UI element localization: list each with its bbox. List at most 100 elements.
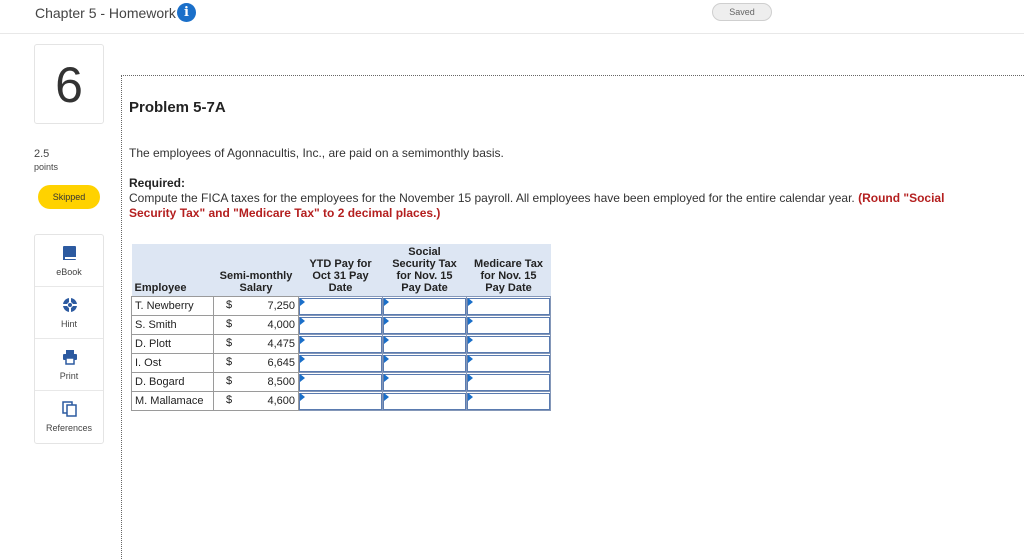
col-social-security: Social Security Tax for Nov. 15 Pay Date [382,244,467,297]
medicare-input[interactable] [467,373,550,391]
cell-marker-icon [384,355,389,363]
lifebuoy-icon [62,297,78,313]
social-security-input-cell [382,315,467,335]
cell-marker-icon [300,336,305,344]
salary-cell: $4,475 [213,334,299,354]
table-header-row: Employee Semi-monthly Salary YTD Pay for… [131,244,551,297]
top-bar: Chapter 5 - Homework i Saved [0,0,1024,34]
cell-marker-icon [384,298,389,306]
table-row: D. Plott $4,475 [131,334,551,354]
ytd-input[interactable] [299,316,382,334]
medicare-input-cell [466,353,551,373]
currency-symbol: $ [226,375,233,387]
medicare-input[interactable] [467,297,550,315]
question-border-top [121,75,1024,76]
social-security-input[interactable] [383,297,466,315]
salary-value: 8,500 [267,376,295,388]
currency-symbol: $ [226,299,233,311]
ytd-input[interactable] [299,373,382,391]
salary-cell: $6,645 [213,353,299,373]
ytd-input-cell [298,391,383,411]
medicare-input-cell [466,391,551,411]
question-border [121,75,122,559]
employee-name: D. Plott [131,334,214,354]
info-icon[interactable]: i [177,3,196,22]
ytd-input[interactable] [299,297,382,315]
employee-name: I. Ost [131,353,214,373]
table-row: T. Newberry $7,250 [131,296,551,316]
cell-marker-icon [468,317,473,325]
cell-marker-icon [468,336,473,344]
col-medicare: Medicare Tax for Nov. 15 Pay Date [466,244,551,297]
cell-marker-icon [468,393,473,401]
currency-symbol: $ [226,337,233,349]
medicare-input[interactable] [467,392,550,410]
employee-name: D. Bogard [131,372,214,392]
cell-marker-icon [468,298,473,306]
social-security-input[interactable] [383,373,466,391]
problem-title: Problem 5-7A [129,99,226,116]
salary-cell: $8,500 [213,372,299,392]
table-row: D. Bogard $8,500 [131,372,551,392]
social-security-input-cell [382,296,467,316]
table-row: I. Ost $6,645 [131,353,551,373]
ytd-input[interactable] [299,335,382,353]
ytd-input-cell [298,353,383,373]
cell-marker-icon [384,393,389,401]
medicare-input[interactable] [467,335,550,353]
skipped-badge: Skipped [38,185,100,209]
social-security-input[interactable] [383,316,466,334]
salary-value: 7,250 [267,300,295,312]
salary-value: 4,600 [267,395,295,407]
required-instructions: Compute the FICA taxes for the employees… [129,191,855,205]
tool-hint[interactable]: Hint [35,287,103,339]
social-security-input-cell [382,353,467,373]
medicare-input-cell [466,372,551,392]
social-security-input-cell [382,372,467,392]
col-ytd: YTD Pay for Oct 31 Pay Date [298,244,383,297]
salary-value: 4,000 [267,319,295,331]
currency-symbol: $ [226,318,233,330]
medicare-input[interactable] [467,316,550,334]
points-label: points [34,162,59,172]
ytd-input-cell [298,372,383,392]
tool-references[interactable]: References [35,391,103,443]
printer-icon [63,350,77,365]
tools-panel: eBook Hint Print References [34,234,104,444]
required-text: Compute the FICA taxes for the employees… [129,191,969,221]
tool-print[interactable]: Print [35,339,103,391]
cell-marker-icon [384,336,389,344]
social-security-input-cell [382,334,467,354]
points-value: 2.5 [34,148,50,160]
social-security-input-cell [382,391,467,411]
social-security-input[interactable] [383,392,466,410]
references-icon [62,401,77,417]
tool-label: Hint [60,319,77,329]
ytd-input[interactable] [299,354,382,372]
tool-label: eBook [56,267,82,277]
payroll-table: Employee Semi-monthly Salary YTD Pay for… [131,244,551,411]
employee-name: T. Newberry [131,296,214,316]
medicare-input-cell [466,315,551,335]
cell-marker-icon [384,317,389,325]
ytd-input[interactable] [299,392,382,410]
saved-badge: Saved [712,3,772,21]
cell-marker-icon [300,298,305,306]
social-security-input[interactable] [383,354,466,372]
tool-label: References [45,423,93,433]
medicare-input[interactable] [467,354,550,372]
employee-name: M. Mallamace [131,391,214,411]
cell-marker-icon [300,355,305,363]
tool-ebook[interactable]: eBook [35,235,103,287]
col-employee: Employee [131,244,214,297]
cell-marker-icon [468,355,473,363]
question-number: 6 [34,44,104,124]
table-row: M. Mallamace $4,600 [131,391,551,411]
problem-intro: The employees of Agonnacultis, Inc., are… [129,146,504,160]
cell-marker-icon [300,393,305,401]
social-security-input[interactable] [383,335,466,353]
cell-marker-icon [468,374,473,382]
assignment-title: Chapter 5 - Homework [35,5,176,21]
employee-name: S. Smith [131,315,214,335]
salary-cell: $4,000 [213,315,299,335]
